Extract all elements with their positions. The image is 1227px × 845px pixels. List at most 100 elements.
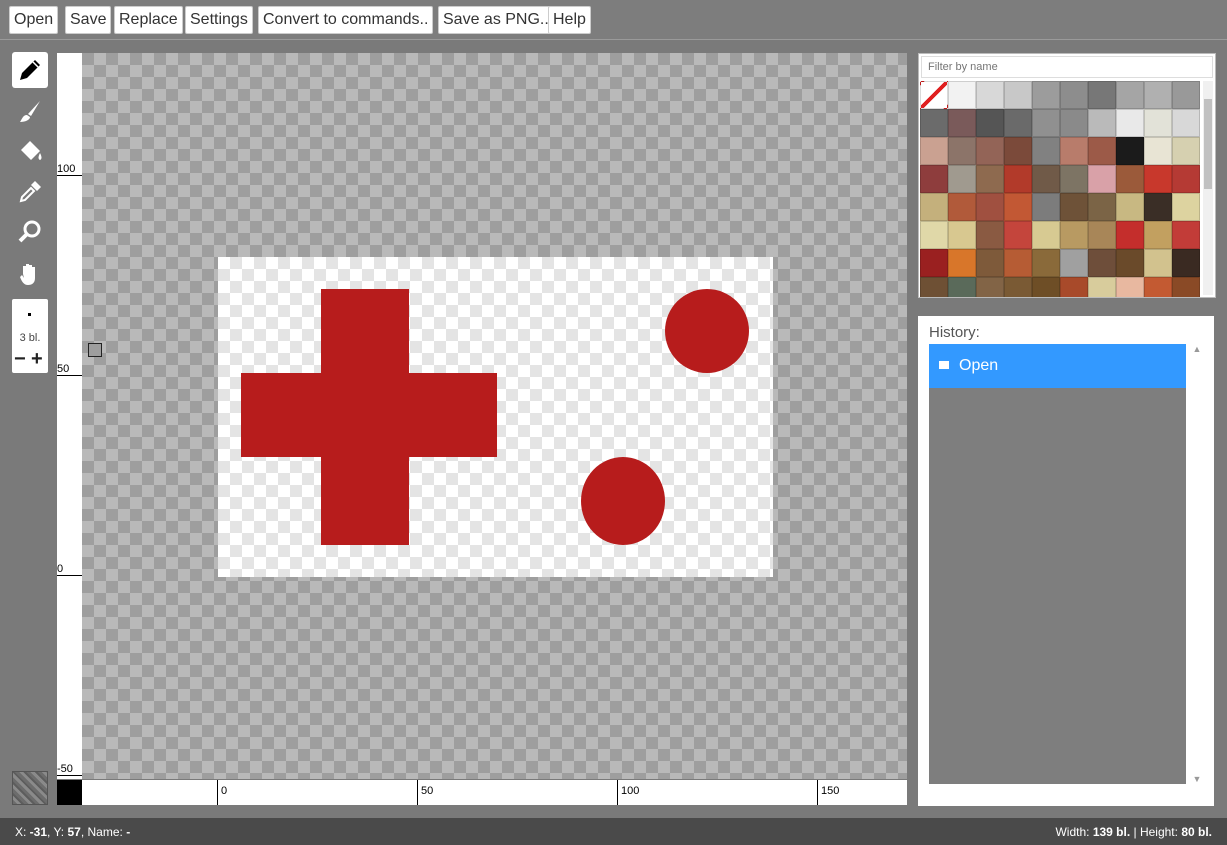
settings-button[interactable]: Settings bbox=[185, 6, 253, 34]
block-tile[interactable] bbox=[1060, 193, 1088, 221]
block-tile[interactable] bbox=[1116, 109, 1144, 137]
block-tile[interactable] bbox=[920, 277, 948, 297]
selected-color-swatch[interactable] bbox=[57, 780, 82, 805]
block-tile[interactable] bbox=[1088, 221, 1116, 249]
block-tile[interactable] bbox=[1144, 137, 1172, 165]
block-tile[interactable] bbox=[948, 81, 976, 109]
block-tile[interactable] bbox=[920, 221, 948, 249]
block-tile[interactable] bbox=[1172, 165, 1200, 193]
block-tile[interactable] bbox=[1144, 221, 1172, 249]
palette-scrollbar[interactable] bbox=[1203, 81, 1213, 295]
hand-tool[interactable] bbox=[12, 256, 48, 292]
block-tile[interactable] bbox=[1004, 137, 1032, 165]
block-tile[interactable] bbox=[1032, 165, 1060, 193]
block-tile[interactable] bbox=[1060, 137, 1088, 165]
block-tile[interactable] bbox=[1004, 249, 1032, 277]
block-tile[interactable] bbox=[1032, 221, 1060, 249]
block-tile[interactable] bbox=[1116, 193, 1144, 221]
zoom-tool[interactable] bbox=[12, 214, 48, 250]
block-filter-input[interactable] bbox=[921, 56, 1213, 78]
block-tile[interactable] bbox=[948, 277, 976, 297]
block-tile[interactable] bbox=[1144, 249, 1172, 277]
block-tile[interactable] bbox=[976, 193, 1004, 221]
block-tile[interactable] bbox=[976, 137, 1004, 165]
scroll-down-arrow-icon[interactable]: ▼ bbox=[1190, 774, 1204, 784]
save-as-png-button[interactable]: Save as PNG.. bbox=[438, 6, 554, 34]
brush-size-decrease-button[interactable]: − bbox=[14, 349, 26, 369]
save-button[interactable]: Save bbox=[65, 6, 112, 34]
block-tile[interactable] bbox=[1004, 165, 1032, 193]
selected-block-preview[interactable] bbox=[12, 771, 48, 805]
drawing-area[interactable] bbox=[218, 257, 773, 577]
palette-scrollbar-thumb[interactable] bbox=[1204, 99, 1212, 189]
block-tile[interactable] bbox=[920, 109, 948, 137]
help-button[interactable]: Help bbox=[548, 6, 591, 34]
block-tile[interactable] bbox=[1172, 109, 1200, 137]
block-tile[interactable] bbox=[1172, 193, 1200, 221]
block-tile[interactable] bbox=[976, 109, 1004, 137]
block-tile[interactable] bbox=[920, 137, 948, 165]
block-tile[interactable] bbox=[948, 249, 976, 277]
block-tile[interactable] bbox=[976, 249, 1004, 277]
block-tile[interactable] bbox=[1172, 277, 1200, 297]
brush-tool[interactable] bbox=[12, 94, 48, 130]
block-tile[interactable] bbox=[1060, 249, 1088, 277]
block-tile[interactable] bbox=[1060, 277, 1088, 297]
block-tile[interactable] bbox=[1032, 109, 1060, 137]
replace-button[interactable]: Replace bbox=[114, 6, 183, 34]
history-scrollbar[interactable]: ▲ ▼ bbox=[1190, 344, 1204, 784]
block-tile[interactable] bbox=[1144, 277, 1172, 297]
block-tile[interactable] bbox=[1032, 277, 1060, 297]
block-tile[interactable] bbox=[1032, 81, 1060, 109]
block-tile[interactable] bbox=[1088, 193, 1116, 221]
block-tile[interactable] bbox=[1060, 81, 1088, 109]
block-tile[interactable] bbox=[1060, 221, 1088, 249]
drawing-canvas[interactable] bbox=[82, 53, 907, 779]
block-tile[interactable] bbox=[1060, 109, 1088, 137]
block-tile[interactable] bbox=[1032, 137, 1060, 165]
block-tile[interactable] bbox=[1116, 277, 1144, 297]
eraser-tile[interactable] bbox=[920, 81, 948, 109]
eyedropper-tool[interactable] bbox=[12, 174, 48, 210]
block-tile[interactable] bbox=[1172, 249, 1200, 277]
block-tile[interactable] bbox=[1004, 109, 1032, 137]
block-tile[interactable] bbox=[1116, 81, 1144, 109]
block-tile[interactable] bbox=[1032, 193, 1060, 221]
block-tile[interactable] bbox=[1004, 81, 1032, 109]
block-tile[interactable] bbox=[1144, 109, 1172, 137]
block-tile[interactable] bbox=[948, 137, 976, 165]
brush-size-increase-button[interactable]: + bbox=[31, 349, 43, 369]
block-tile[interactable] bbox=[1088, 109, 1116, 137]
block-tile[interactable] bbox=[1088, 277, 1116, 297]
block-tile[interactable] bbox=[1004, 221, 1032, 249]
block-tile[interactable] bbox=[1004, 193, 1032, 221]
block-tile[interactable] bbox=[1144, 81, 1172, 109]
fill-tool[interactable] bbox=[12, 134, 48, 170]
open-button[interactable]: Open bbox=[9, 6, 59, 34]
block-tile[interactable] bbox=[920, 165, 948, 193]
block-tile[interactable] bbox=[1060, 165, 1088, 193]
block-tile[interactable] bbox=[1144, 193, 1172, 221]
block-tile[interactable] bbox=[976, 81, 1004, 109]
block-tile[interactable] bbox=[1088, 137, 1116, 165]
block-tile[interactable] bbox=[1172, 221, 1200, 249]
block-tile[interactable] bbox=[1172, 137, 1200, 165]
block-tile[interactable] bbox=[1116, 221, 1144, 249]
block-tile[interactable] bbox=[976, 277, 1004, 297]
block-tile[interactable] bbox=[1088, 249, 1116, 277]
block-tile[interactable] bbox=[976, 221, 1004, 249]
block-tile[interactable] bbox=[1116, 137, 1144, 165]
pencil-tool[interactable] bbox=[12, 52, 48, 88]
block-tile[interactable] bbox=[1088, 81, 1116, 109]
block-tile[interactable] bbox=[1144, 165, 1172, 193]
block-tile[interactable] bbox=[976, 165, 1004, 193]
block-tile[interactable] bbox=[1116, 249, 1144, 277]
block-tile[interactable] bbox=[1116, 165, 1144, 193]
block-tile[interactable] bbox=[948, 221, 976, 249]
block-tile[interactable] bbox=[948, 165, 976, 193]
block-tile[interactable] bbox=[1088, 165, 1116, 193]
block-tile[interactable] bbox=[1172, 81, 1200, 109]
block-tile[interactable] bbox=[1004, 277, 1032, 297]
block-tile[interactable] bbox=[948, 109, 976, 137]
scroll-up-arrow-icon[interactable]: ▲ bbox=[1190, 344, 1204, 354]
